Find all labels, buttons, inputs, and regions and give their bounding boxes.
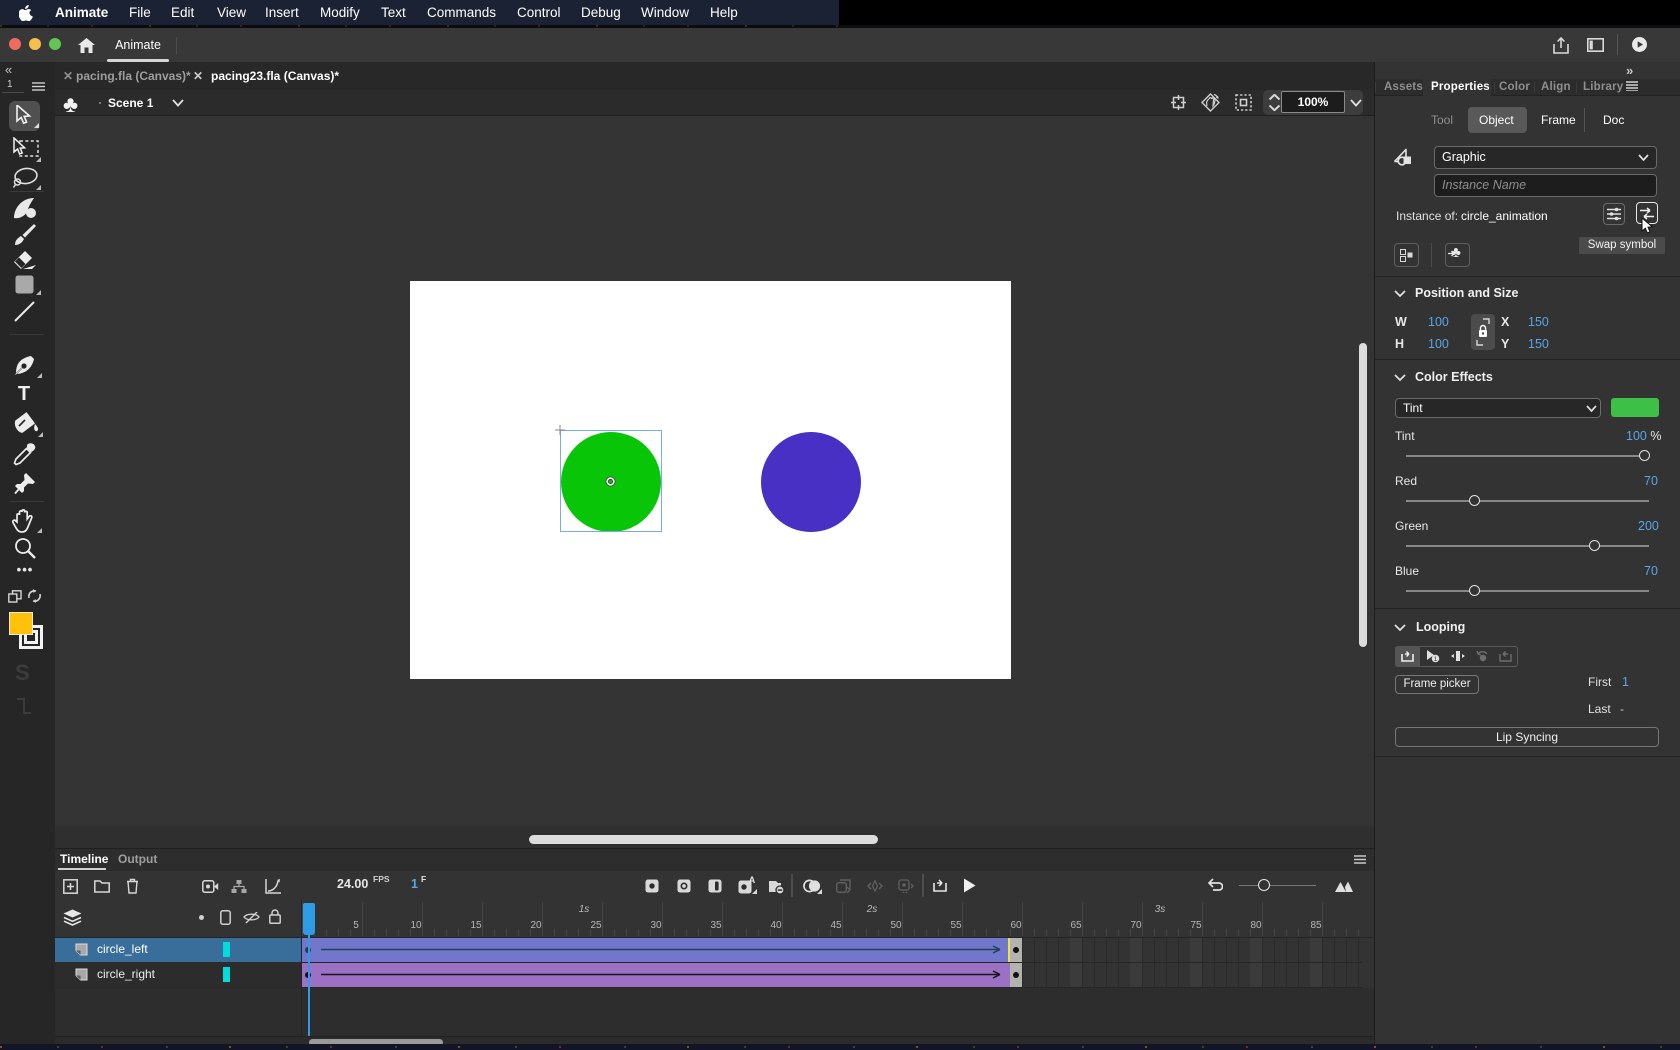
svg-text:A: A xyxy=(749,875,756,885)
